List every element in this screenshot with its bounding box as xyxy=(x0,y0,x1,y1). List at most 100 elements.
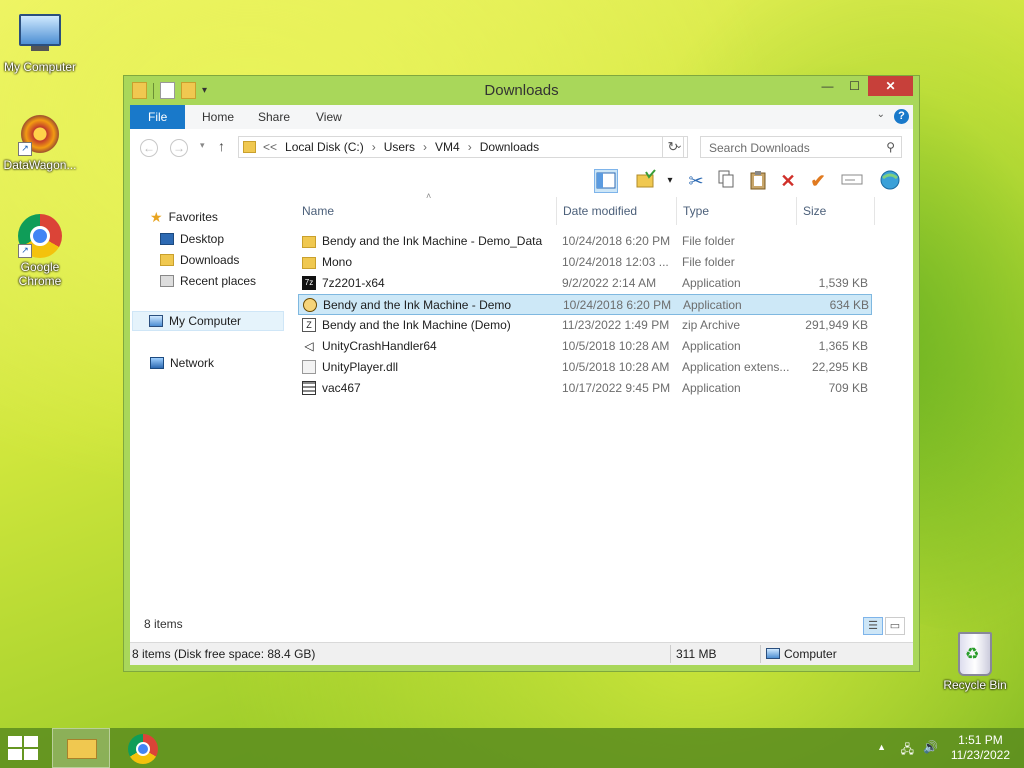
nav-label: Favorites xyxy=(168,210,218,224)
desktop-icon-datawagon[interactable]: ↗ DataWagon... xyxy=(0,112,80,172)
tab-home[interactable]: Home xyxy=(190,105,246,129)
column-divider[interactable] xyxy=(796,197,797,225)
nav-downloads[interactable]: Downloads xyxy=(160,250,239,270)
desktop-icon-recycle-bin[interactable]: Recycle Bin xyxy=(935,632,1015,692)
column-divider[interactable] xyxy=(556,197,557,225)
column-header-name[interactable]: Name xyxy=(302,197,334,225)
nav-desktop[interactable]: Desktop xyxy=(160,229,224,249)
nav-my-computer[interactable]: My Computer xyxy=(132,311,284,331)
large-icons-view-icon[interactable]: ▭ xyxy=(885,617,905,635)
maximize-button[interactable]: ☐ xyxy=(841,76,868,96)
chevron-down-icon[interactable]: ▾ xyxy=(658,169,682,193)
file-row[interactable]: vac467 10/17/2022 9:45 PM Application 70… xyxy=(298,378,872,399)
nav-recent-places[interactable]: Recent places xyxy=(160,271,256,291)
taskbar-file-explorer[interactable] xyxy=(52,728,110,768)
column-divider[interactable] xyxy=(874,197,875,225)
address-bar[interactable]: << Local Disk (C:) › Users › VM4 › Downl… xyxy=(238,136,688,158)
chevron-right-icon[interactable]: › xyxy=(423,140,427,154)
paste-icon[interactable] xyxy=(746,169,770,193)
search-icon[interactable]: ⚲ xyxy=(886,140,895,154)
network-status-icon[interactable]: 🖧 xyxy=(901,740,914,761)
start-button[interactable] xyxy=(8,736,38,760)
breadcrumb-local-disk[interactable]: Local Disk (C:) xyxy=(285,140,364,154)
column-header-size[interactable]: Size xyxy=(803,197,826,225)
unity-icon: ◁ xyxy=(304,339,314,353)
file-type: File folder xyxy=(682,234,735,248)
file-name: UnityPlayer.dll xyxy=(322,360,399,374)
column-header-date[interactable]: Date modified xyxy=(563,197,637,225)
file-name: Mono xyxy=(322,255,353,269)
zip-icon: Z xyxy=(302,318,316,332)
file-row-selected[interactable]: Bendy and the Ink Machine - Demo 10/24/2… xyxy=(298,294,872,315)
delete-icon[interactable]: ✕ xyxy=(776,169,800,193)
file-row[interactable]: Z Bendy and the Ink Machine (Demo) 11/23… xyxy=(298,315,872,336)
navigation-pane: ★ Favorites Desktop Downloads Recent pla… xyxy=(130,197,290,625)
clock-date: 11/23/2022 xyxy=(950,748,1010,762)
tab-file[interactable]: File xyxy=(130,105,186,129)
clock[interactable]: 1:51 PM 11/23/2022 xyxy=(951,733,1010,763)
title-bar[interactable]: ▾ Downloads — ☐ ✕ xyxy=(124,76,919,104)
minimize-button[interactable]: — xyxy=(814,76,841,96)
file-row[interactable]: Bendy and the Ink Machine - Demo_Data 10… xyxy=(298,231,872,252)
column-header-type[interactable]: Type xyxy=(683,197,709,225)
tab-share[interactable]: Share xyxy=(246,105,302,129)
refresh-button[interactable]: ↻ xyxy=(662,136,684,158)
file-row[interactable]: 7z 7z2201-x64 9/2/2022 2:14 AM Applicati… xyxy=(298,273,872,294)
globe-icon[interactable] xyxy=(878,169,902,193)
preview-pane-icon[interactable] xyxy=(594,169,618,193)
ribbon-expand-icon[interactable]: ⌄ xyxy=(877,109,885,120)
file-type: zip Archive xyxy=(682,318,741,332)
close-button[interactable]: ✕ xyxy=(868,76,913,96)
breadcrumb-users[interactable]: Users xyxy=(384,140,415,154)
clock-time: 1:51 PM xyxy=(958,733,1003,747)
show-hidden-icons-icon[interactable]: ▲ xyxy=(877,742,886,752)
sort-ascending-icon: ˄ xyxy=(426,191,432,201)
file-size: 22,295 KB xyxy=(811,360,868,374)
status-size: 311 MB xyxy=(676,647,717,661)
file-name: Bendy and the Ink Machine (Demo) xyxy=(322,318,511,332)
nav-label: My Computer xyxy=(169,314,242,328)
checkmark-icon[interactable]: ✔ xyxy=(806,169,830,193)
up-button[interactable]: ↑ xyxy=(218,138,225,154)
tab-view[interactable]: View xyxy=(304,105,354,129)
breadcrumb-vm4[interactable]: VM4 xyxy=(435,140,460,154)
file-size: 291,949 KB xyxy=(805,318,868,332)
forward-button[interactable]: → xyxy=(170,139,188,157)
file-row[interactable]: Mono 10/24/2018 12:03 ... File folder xyxy=(298,252,872,273)
datawagon-icon: ↗ xyxy=(18,112,62,156)
help-icon[interactable]: ? xyxy=(894,109,909,124)
search-box[interactable]: ⚲ xyxy=(700,136,902,158)
cut-icon[interactable]: ✂ xyxy=(684,169,708,193)
folder-options-icon[interactable] xyxy=(634,169,658,193)
breadcrumb-downloads[interactable]: Downloads xyxy=(480,140,539,154)
column-divider[interactable] xyxy=(676,197,677,225)
nav-label: Recent places xyxy=(180,274,257,288)
search-input[interactable] xyxy=(707,140,871,156)
status-location-label: Computer xyxy=(784,647,837,661)
file-row[interactable]: ◁ UnityCrashHandler64 10/5/2018 10:28 AM… xyxy=(298,336,872,357)
nav-label: Network xyxy=(170,356,215,370)
file-type: Application xyxy=(682,381,741,395)
folder-icon xyxy=(243,141,256,153)
rename-icon[interactable] xyxy=(840,169,864,193)
breadcrumb-overflow[interactable]: << xyxy=(263,140,277,154)
desktop-icon-my-computer[interactable]: My Computer xyxy=(0,8,80,74)
back-button[interactable]: ← xyxy=(140,139,158,157)
taskbar-chrome-icon[interactable] xyxy=(128,734,158,764)
recycle-bin-icon xyxy=(953,632,997,676)
recent-locations-icon[interactable]: ▾ xyxy=(200,140,205,151)
desktop-icon-google-chrome[interactable]: ↗ Google Chrome xyxy=(0,214,80,288)
file-row[interactable]: UnityPlayer.dll 10/5/2018 10:28 AM Appli… xyxy=(298,357,872,378)
chevron-right-icon[interactable]: › xyxy=(372,140,376,154)
details-view-icon[interactable]: ☰ xyxy=(863,617,883,635)
downloads-icon xyxy=(160,254,174,266)
chevron-right-icon[interactable]: › xyxy=(468,140,472,154)
file-date: 10/5/2018 10:28 AM xyxy=(562,360,670,374)
computer-icon xyxy=(149,315,163,327)
nav-favorites[interactable]: ★ Favorites xyxy=(150,207,218,227)
volume-icon[interactable]: 🔊 xyxy=(923,740,938,754)
nav-network[interactable]: Network xyxy=(150,353,214,373)
file-name: UnityCrashHandler64 xyxy=(322,339,437,353)
copy-icon[interactable] xyxy=(714,169,738,193)
file-date: 10/24/2018 12:03 ... xyxy=(562,255,669,269)
